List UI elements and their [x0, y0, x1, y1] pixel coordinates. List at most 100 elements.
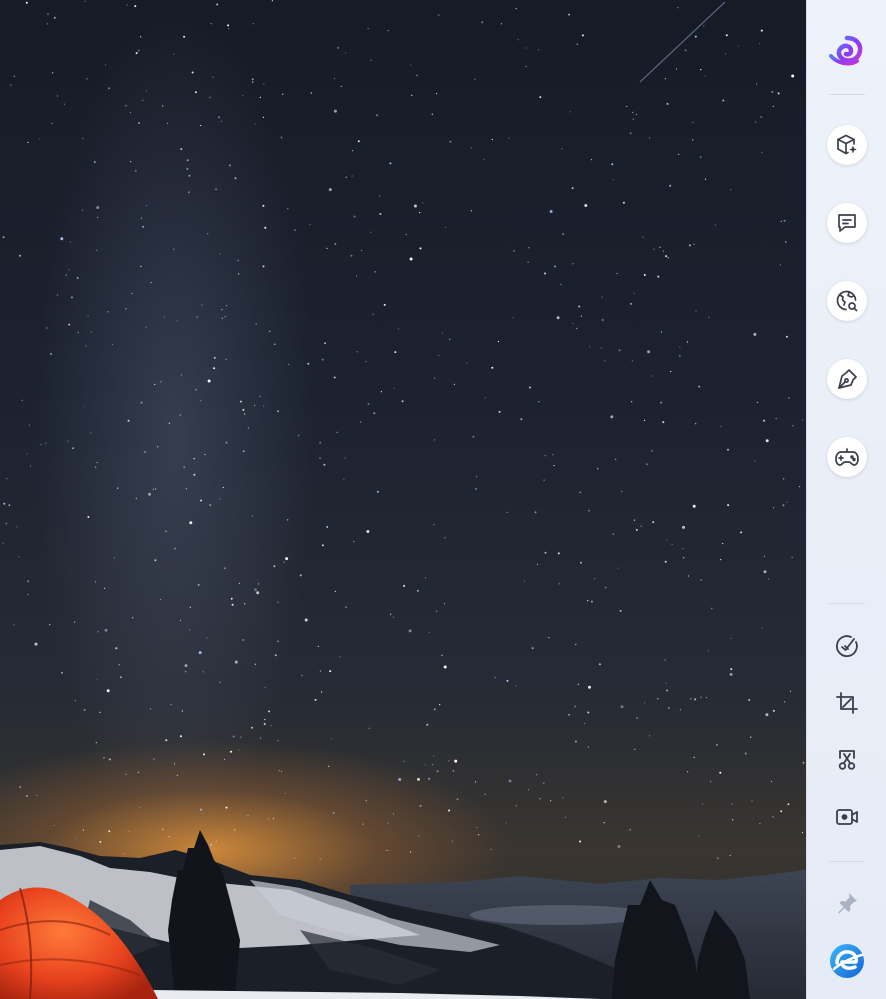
toolbar-item-writing[interactable]	[827, 359, 867, 399]
star	[104, 628, 108, 632]
star	[221, 317, 223, 319]
toolbar-tool-screen-record[interactable]	[827, 797, 867, 837]
toolbar-item-3d-box-sparkle[interactable]	[827, 125, 867, 165]
star	[139, 807, 141, 809]
swirl-logo-icon	[827, 32, 867, 68]
star	[321, 544, 324, 547]
toolbar-item-chat[interactable]	[827, 203, 867, 243]
star	[603, 800, 607, 804]
star	[319, 670, 321, 672]
star	[197, 583, 200, 586]
toolbar-item-game[interactable]	[827, 437, 867, 477]
star	[227, 24, 230, 27]
star	[26, 453, 28, 455]
star	[508, 779, 512, 783]
star	[234, 177, 237, 180]
star	[611, 163, 614, 166]
star	[200, 399, 202, 402]
star	[142, 99, 144, 101]
star	[584, 204, 588, 207]
star	[763, 570, 767, 574]
star	[413, 204, 417, 208]
star	[387, 822, 389, 824]
star	[333, 78, 336, 80]
star	[125, 308, 127, 310]
toolbar-tool-screenshot-cut[interactable]	[827, 740, 867, 780]
star	[97, 216, 99, 219]
star	[129, 111, 132, 114]
star	[449, 338, 451, 340]
star	[448, 809, 451, 812]
star	[345, 606, 347, 608]
star	[307, 362, 310, 365]
star	[328, 188, 332, 192]
star	[254, 663, 256, 665]
star	[247, 815, 249, 817]
star	[181, 374, 183, 376]
cube-sparkle-icon	[835, 133, 859, 157]
star	[644, 702, 646, 704]
star	[200, 124, 202, 127]
star	[263, 83, 265, 85]
star	[411, 94, 413, 96]
star	[83, 405, 85, 407]
star	[657, 698, 659, 700]
star	[234, 660, 238, 664]
star	[588, 510, 590, 512]
star	[99, 840, 102, 843]
star	[527, 261, 529, 263]
star	[792, 425, 794, 427]
star	[515, 8, 517, 10]
star	[230, 750, 232, 753]
star	[760, 116, 763, 119]
star	[578, 305, 581, 308]
star	[154, 383, 156, 385]
star	[651, 450, 653, 452]
star	[119, 676, 122, 679]
star	[536, 563, 539, 566]
toolbar-tool-crop[interactable]	[827, 683, 867, 723]
star	[529, 386, 531, 389]
star	[203, 753, 205, 756]
star	[184, 664, 188, 668]
star	[716, 857, 719, 860]
star	[594, 578, 596, 580]
toolbar-browser-button[interactable]	[827, 941, 867, 981]
star	[581, 34, 584, 37]
star	[645, 463, 648, 466]
app-logo-button[interactable]	[827, 30, 867, 70]
star	[785, 241, 787, 243]
toolbar-item-global-search[interactable]	[827, 281, 867, 321]
star	[142, 225, 145, 228]
star	[357, 140, 360, 143]
star	[50, 352, 52, 355]
star	[94, 581, 96, 583]
star	[105, 64, 107, 66]
star	[140, 36, 142, 38]
star	[239, 400, 242, 403]
star	[512, 317, 515, 319]
star	[47, 13, 49, 16]
star	[483, 158, 485, 160]
star	[418, 835, 420, 837]
toolbar-pin-button[interactable]	[827, 883, 867, 923]
star	[727, 504, 730, 507]
star	[118, 664, 120, 666]
star	[13, 75, 15, 77]
star	[694, 698, 697, 701]
star	[737, 45, 740, 47]
star	[397, 328, 399, 330]
star	[439, 704, 441, 706]
toolbar-tool-speed-check[interactable]	[827, 626, 867, 666]
star	[410, 64, 412, 66]
star	[604, 360, 606, 362]
star	[506, 679, 509, 682]
star	[791, 74, 795, 78]
star	[34, 642, 38, 646]
star	[475, 781, 477, 783]
star	[271, 0, 273, 2]
star	[580, 315, 583, 317]
star	[678, 354, 681, 357]
star	[544, 455, 546, 457]
star	[362, 823, 364, 825]
